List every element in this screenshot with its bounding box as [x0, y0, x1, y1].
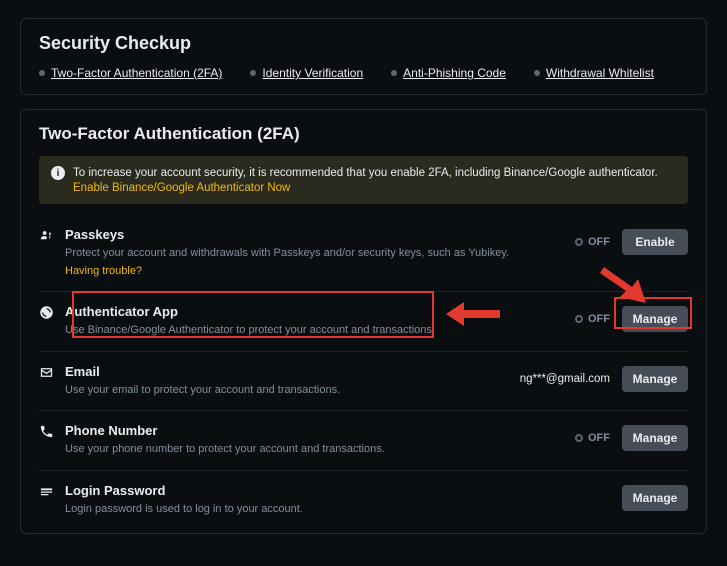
status-badge: OFF — [575, 236, 610, 248]
phone-icon — [39, 424, 55, 442]
status-badge: OFF — [575, 432, 610, 444]
tab-withdrawal-whitelist[interactable]: Withdrawal Whitelist — [534, 66, 654, 80]
status-dot-icon — [250, 70, 256, 76]
banner-text: To increase your account security, it is… — [73, 167, 658, 179]
item-title: Login Password — [65, 483, 622, 498]
item-desc: Login password is used to log in to your… — [65, 502, 622, 517]
status-off-icon — [575, 238, 583, 246]
status-text: OFF — [588, 432, 610, 444]
item-passkeys: Passkeys Protect your account and withdr… — [39, 214, 688, 291]
tab-label: Two-Factor Authentication (2FA) — [51, 66, 222, 80]
tab-anti-phishing[interactable]: Anti-Phishing Code — [391, 66, 506, 80]
status-off-icon — [575, 434, 583, 442]
security-checkup-card: Security Checkup Two-Factor Authenticati… — [20, 18, 707, 95]
info-icon: i — [51, 166, 65, 180]
item-title: Email — [65, 364, 520, 379]
item-authenticator: Authenticator App Use Binance/Google Aut… — [39, 291, 688, 350]
item-desc: Use your phone number to protect your ac… — [65, 442, 575, 457]
item-title: Passkeys — [65, 227, 575, 242]
section-title: Two-Factor Authentication (2FA) — [39, 124, 688, 144]
status-off-icon — [575, 315, 583, 323]
status-text: OFF — [588, 313, 610, 325]
status-badge: OFF — [575, 313, 610, 325]
security-banner: i To increase your account security, it … — [39, 156, 688, 204]
status-dot-icon — [534, 70, 540, 76]
status-dot-icon — [39, 70, 45, 76]
authenticator-icon — [39, 305, 55, 323]
item-desc: Use your email to protect your account a… — [65, 383, 520, 398]
manage-button[interactable]: Manage — [622, 366, 688, 392]
status-text: OFF — [588, 236, 610, 248]
tab-label: Identity Verification — [262, 66, 363, 80]
item-phone: Phone Number Use your phone number to pr… — [39, 410, 688, 469]
tab-2fa[interactable]: Two-Factor Authentication (2FA) — [39, 66, 222, 80]
enable-authenticator-link[interactable]: Enable Binance/Google Authenticator Now — [73, 182, 676, 194]
enable-button[interactable]: Enable — [622, 229, 688, 255]
page-title: Security Checkup — [39, 33, 688, 54]
email-value: ng***@gmail.com — [520, 373, 610, 385]
item-email: Email Use your email to protect your acc… — [39, 351, 688, 410]
tab-identity[interactable]: Identity Verification — [250, 66, 363, 80]
2fa-section: Two-Factor Authentication (2FA) i To inc… — [20, 109, 707, 534]
tab-label: Anti-Phishing Code — [403, 66, 506, 80]
email-icon — [39, 365, 55, 383]
item-desc: Protect your account and withdrawals wit… — [65, 246, 575, 261]
manage-button[interactable]: Manage — [622, 485, 688, 511]
tab-label: Withdrawal Whitelist — [546, 66, 654, 80]
manage-button[interactable]: Manage — [622, 306, 688, 332]
manage-button[interactable]: Manage — [622, 425, 688, 451]
item-title: Authenticator App — [65, 304, 575, 319]
passkeys-icon — [39, 228, 55, 246]
item-login-password: Login Password Login password is used to… — [39, 470, 688, 529]
item-desc: Use Binance/Google Authenticator to prot… — [65, 323, 575, 338]
checkup-tabs: Two-Factor Authentication (2FA) Identity… — [39, 66, 688, 80]
having-trouble-link[interactable]: Having trouble? — [65, 265, 142, 277]
status-dot-icon — [391, 70, 397, 76]
item-title: Phone Number — [65, 423, 575, 438]
password-icon — [39, 484, 55, 502]
